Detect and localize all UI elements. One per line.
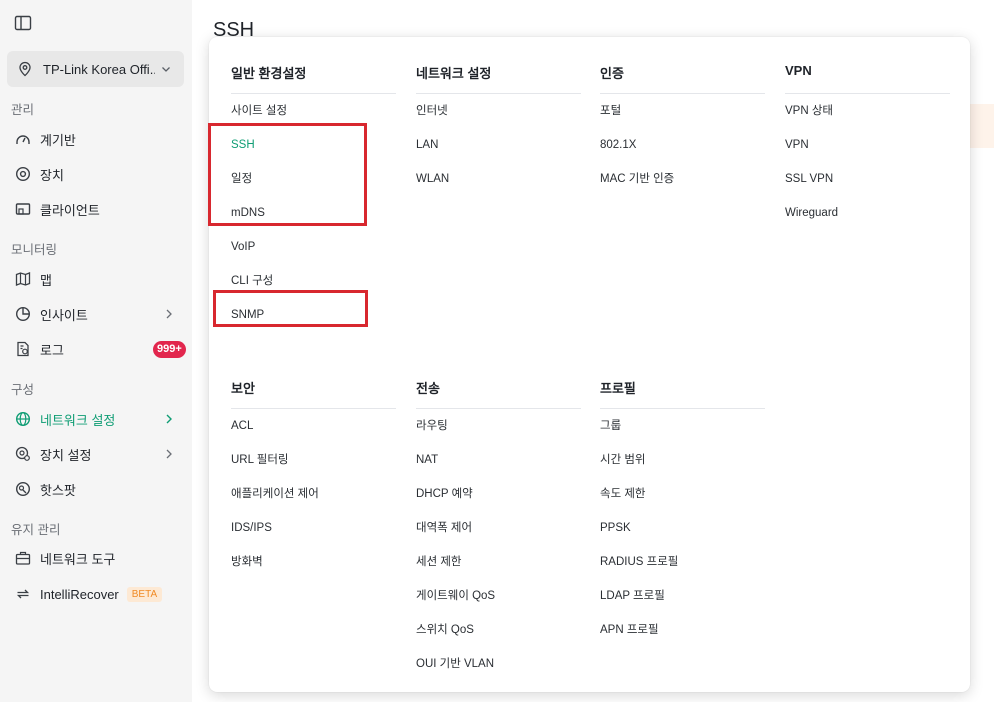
location-pin-icon <box>19 61 31 77</box>
nav-hotspot[interactable]: 핫스팟 <box>0 472 192 506</box>
chevron-right-icon <box>166 449 172 459</box>
section-label-monitor: 모니터링 <box>11 243 58 257</box>
menu-heading: 일반 환경설정 <box>231 59 396 94</box>
menu-item-group[interactable]: 그룹 <box>600 409 765 443</box>
menu-item-switch-qos[interactable]: 스위치 QoS <box>416 613 581 647</box>
menu-item-8021x[interactable]: 802.1X <box>600 128 765 162</box>
sidebar: TP-Link Korea Offi... 관리 계기반 장치 클라이언트 모니… <box>0 0 192 702</box>
menu-item-rate-limit[interactable]: 속도 제한 <box>600 477 765 511</box>
menu-item-internet[interactable]: 인터넷 <box>416 94 581 128</box>
menu-heading: 네트워크 설정 <box>416 59 581 94</box>
chevron-down-icon <box>162 67 170 72</box>
site-name: TP-Link Korea Offi... <box>43 61 155 77</box>
menu-item-wlan[interactable]: WLAN <box>416 162 581 196</box>
site-selector[interactable]: TP-Link Korea Offi... <box>7 51 184 87</box>
nav-dashboard-label: 계기반 <box>40 132 76 148</box>
menu-col-network: 네트워크 설정 인터넷 LAN WLAN <box>416 59 581 196</box>
menu-item-mac-auth[interactable]: MAC 기반 인증 <box>600 162 765 196</box>
nav-clients-label: 클라이언트 <box>40 202 100 218</box>
map-icon <box>14 270 32 288</box>
menu-item-time-range[interactable]: 시간 범위 <box>600 443 765 477</box>
menu-heading: 전송 <box>416 374 581 409</box>
menu-item-ssl-vpn[interactable]: SSL VPN <box>785 162 950 196</box>
clients-monitor-icon <box>14 200 32 218</box>
menu-item-dhcp-reservation[interactable]: DHCP 예약 <box>416 477 581 511</box>
menu-item-apn-profile[interactable]: APN 프로필 <box>600 613 765 647</box>
chevron-right-icon <box>166 309 172 319</box>
nav-insight[interactable]: 인사이트 <box>0 297 192 331</box>
highlight-box-ssh-schedule-mdns <box>208 123 367 226</box>
nav-network-tools-label: 네트워크 도구 <box>40 551 116 567</box>
menu-heading: VPN <box>785 59 950 94</box>
nav-map[interactable]: 맵 <box>0 262 192 296</box>
nav-network-tools[interactable]: 네트워크 도구 <box>0 541 192 575</box>
toolbox-icon <box>14 549 32 567</box>
menu-item-gateway-qos[interactable]: 게이트웨이 QoS <box>416 579 581 613</box>
nav-device-settings[interactable]: 장치 설정 <box>0 437 192 471</box>
nav-intellirecover-label: IntelliRecover <box>40 586 119 602</box>
nav-clients[interactable]: 클라이언트 <box>0 192 192 226</box>
menu-item-ppsk[interactable]: PPSK <box>600 511 765 545</box>
menu-item-wireguard[interactable]: Wireguard <box>785 196 950 230</box>
device-gear-icon <box>14 445 32 463</box>
menu-item-vpn[interactable]: VPN <box>785 128 950 162</box>
menu-item-acl[interactable]: ACL <box>231 409 396 443</box>
menu-col-auth: 인증 포털 802.1X MAC 기반 인증 <box>600 59 765 196</box>
menu-heading: 인증 <box>600 59 765 94</box>
nav-network-settings-label: 네트워크 설정 <box>40 412 116 428</box>
menu-item-radius-profile[interactable]: RADIUS 프로필 <box>600 545 765 579</box>
menu-heading: 보안 <box>231 374 396 409</box>
menu-item-app-control[interactable]: 애플리케이션 제어 <box>231 477 396 511</box>
chevron-right-icon <box>166 414 172 424</box>
menu-item-routing[interactable]: 라우팅 <box>416 409 581 443</box>
menu-item-portal[interactable]: 포털 <box>600 94 765 128</box>
beta-badge: BETA <box>126 586 163 602</box>
pie-chart-icon <box>14 305 32 323</box>
menu-item-url-filter[interactable]: URL 필터링 <box>231 443 396 477</box>
menu-heading: 프로필 <box>600 374 765 409</box>
nav-log[interactable]: 로그 999+ <box>0 332 192 366</box>
menu-item-ldap-profile[interactable]: LDAP 프로필 <box>600 579 765 613</box>
section-label-config: 구성 <box>11 383 35 397</box>
menu-item-lan[interactable]: LAN <box>416 128 581 162</box>
menu-col-vpn: VPN VPN 상태 VPN SSL VPN Wireguard <box>785 59 950 230</box>
nav-devices[interactable]: 장치 <box>0 157 192 191</box>
dashboard-gauge-icon <box>14 130 32 148</box>
menu-item-ids-ips[interactable]: IDS/IPS <box>231 511 396 545</box>
device-target-icon <box>14 165 32 183</box>
nav-devices-label: 장치 <box>40 167 64 183</box>
menu-item-session-limit[interactable]: 세션 제한 <box>416 545 581 579</box>
nav-device-settings-label: 장치 설정 <box>40 447 92 463</box>
menu-item-firewall[interactable]: 방화벽 <box>231 545 396 579</box>
menu-col-profile: 프로필 그룹 시간 범위 속도 제한 PPSK RADIUS 프로필 LDAP … <box>600 374 765 647</box>
log-count-badge: 999+ <box>153 341 186 358</box>
section-label-maintain: 유지 관리 <box>11 523 61 537</box>
sidebar-toggle-icon[interactable] <box>14 14 32 32</box>
menu-item-oui-vlan[interactable]: OUI 기반 VLAN <box>416 647 581 681</box>
menu-item-nat[interactable]: NAT <box>416 443 581 477</box>
menu-col-security: 보안 ACL URL 필터링 애플리케이션 제어 IDS/IPS 방화벽 <box>231 374 396 579</box>
menu-item-voip[interactable]: VoIP <box>231 230 396 264</box>
sync-arrows-icon <box>14 585 32 603</box>
section-label-manage: 관리 <box>11 103 35 117</box>
nav-network-settings[interactable]: 네트워크 설정 <box>0 402 192 436</box>
log-document-icon <box>14 340 32 358</box>
menu-item-vpn-status[interactable]: VPN 상태 <box>785 94 950 128</box>
highlight-box-snmp <box>213 290 368 327</box>
menu-item-bandwidth-control[interactable]: 대역폭 제어 <box>416 511 581 545</box>
menu-col-transport: 전송 라우팅 NAT DHCP 예약 대역폭 제어 세션 제한 게이트웨이 Qo… <box>416 374 581 681</box>
globe-icon <box>14 410 32 428</box>
nav-insight-label: 인사이트 <box>40 307 88 323</box>
nav-hotspot-label: 핫스팟 <box>40 482 76 498</box>
nav-log-label: 로그 <box>40 342 64 358</box>
nav-dashboard[interactable]: 계기반 <box>0 122 192 156</box>
network-settings-menu: 일반 환경설정 사이트 설정 SSH 일정 mDNS VoIP CLI 구성 S… <box>208 37 970 692</box>
nav-intellirecover[interactable]: IntelliRecover BETA <box>0 577 192 611</box>
hotspot-icon <box>14 480 32 498</box>
nav-map-label: 맵 <box>40 272 52 288</box>
